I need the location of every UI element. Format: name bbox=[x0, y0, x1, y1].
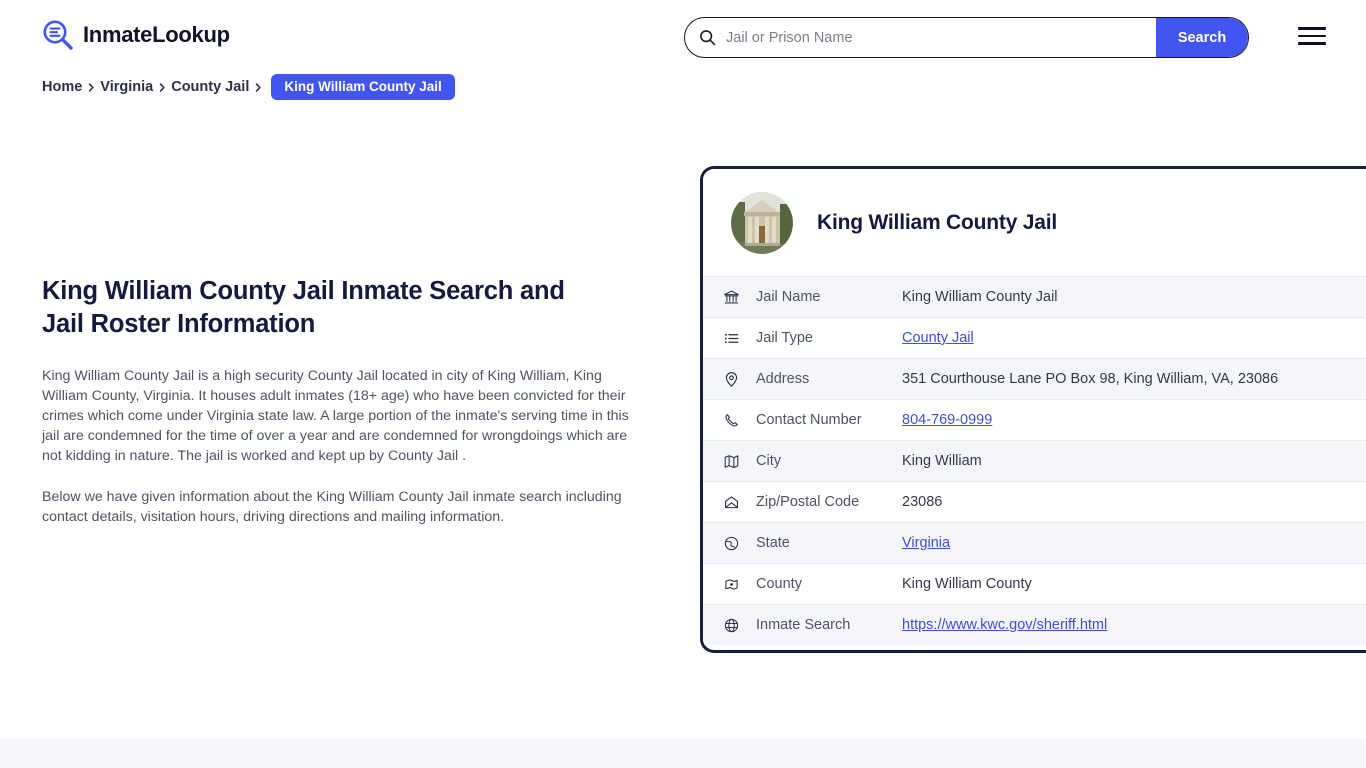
breadcrumb-current: King William County Jail bbox=[271, 74, 455, 100]
row-label: Jail Type bbox=[756, 330, 813, 346]
table-row: Jail Type County Jail bbox=[703, 317, 1366, 358]
row-label: Zip/Postal Code bbox=[756, 494, 860, 510]
row-value: King William bbox=[902, 453, 982, 469]
description-paragraph-1: King William County Jail is a high secur… bbox=[42, 368, 629, 464]
row-label: Inmate Search bbox=[756, 617, 851, 633]
table-row: Contact Number 804-769-0999 bbox=[703, 399, 1366, 440]
row-label: Contact Number bbox=[756, 412, 862, 428]
table-row: City King William bbox=[703, 440, 1366, 481]
search-input[interactable] bbox=[716, 18, 1156, 57]
chevron-right-icon bbox=[249, 82, 267, 93]
card-title: King William County Jail bbox=[817, 210, 1058, 234]
breadcrumb-item-home[interactable]: Home bbox=[42, 79, 82, 95]
row-label: Address bbox=[756, 371, 810, 387]
row-value: 23086 bbox=[902, 494, 943, 510]
description-paragraph-2: Below we have given information about th… bbox=[42, 489, 622, 525]
brand-logo[interactable]: InmateLookup bbox=[42, 19, 230, 51]
row-value-link[interactable]: 804-769-0999 bbox=[902, 412, 992, 428]
row-value: King William County Jail bbox=[902, 289, 1058, 305]
row-value-cell: Virginia bbox=[902, 534, 1366, 552]
page-footer-band bbox=[0, 738, 1366, 768]
breadcrumb: Home Virginia County Jail King William C… bbox=[42, 74, 455, 100]
page-title: King William County Jail Inmate Search a… bbox=[42, 277, 565, 338]
magnifier-list-icon bbox=[42, 19, 74, 51]
breadcrumb-item-virginia[interactable]: Virginia bbox=[100, 79, 153, 95]
chevron-right-icon bbox=[82, 82, 100, 93]
hamburger-bar bbox=[1298, 42, 1326, 45]
row-label: City bbox=[756, 453, 781, 469]
row-value-cell: https://www.kwc.gov/sheriff.html bbox=[902, 616, 1366, 634]
list-icon bbox=[723, 330, 749, 347]
map-icon bbox=[723, 453, 749, 470]
globe-icon bbox=[723, 617, 749, 634]
breadcrumb-item-county-jail[interactable]: County Jail bbox=[171, 79, 249, 95]
row-value-cell: 23086 bbox=[902, 493, 1366, 511]
card-header: King William County Jail bbox=[703, 169, 1366, 276]
row-value-cell: King William County Jail bbox=[902, 288, 1366, 306]
search-bar[interactable]: Search bbox=[684, 17, 1249, 58]
table-row: Address 351 Courthouse Lane PO Box 98, K… bbox=[703, 358, 1366, 399]
row-label: Jail Name bbox=[756, 289, 821, 305]
row-value-cell: King William County bbox=[902, 575, 1366, 593]
jail-info-card: King William County Jail Jail Name King … bbox=[700, 166, 1366, 653]
row-value-link[interactable]: https://www.kwc.gov/sheriff.html bbox=[902, 617, 1107, 633]
search-button[interactable]: Search bbox=[1156, 18, 1248, 57]
row-value-cell: King William bbox=[902, 452, 1366, 470]
map-pin-icon bbox=[723, 371, 749, 388]
courthouse-photo-icon bbox=[731, 191, 793, 254]
main-content: King William County Jail Inmate Search a… bbox=[42, 275, 640, 527]
table-row: Inmate Search https://www.kwc.gov/sherif… bbox=[703, 604, 1366, 645]
search-icon bbox=[699, 29, 716, 46]
row-value-cell: 351 Courthouse Lane PO Box 98, King Will… bbox=[902, 370, 1366, 388]
table-row: Jail Name King William County Jail bbox=[703, 276, 1366, 317]
phone-icon bbox=[723, 412, 749, 429]
hamburger-bar bbox=[1298, 34, 1326, 38]
table-row: County King William County bbox=[703, 563, 1366, 604]
hamburger-icon[interactable] bbox=[1297, 25, 1327, 47]
site-header: InmateLookup Search bbox=[0, 0, 1366, 74]
table-row: State Virginia bbox=[703, 522, 1366, 563]
row-value-link[interactable]: Virginia bbox=[902, 535, 950, 551]
row-value: 351 Courthouse Lane PO Box 98, King Will… bbox=[902, 371, 1279, 387]
bank-icon bbox=[723, 289, 749, 306]
row-value-cell: County Jail bbox=[902, 329, 1366, 347]
row-value-cell: 804-769-0999 bbox=[902, 411, 1366, 429]
row-label: State bbox=[756, 535, 790, 551]
row-value-link[interactable]: County Jail bbox=[902, 330, 974, 346]
hamburger-bar bbox=[1298, 27, 1326, 30]
row-value: King William County bbox=[902, 576, 1032, 592]
jail-info-table: Jail Name King William County Jail Jail … bbox=[703, 276, 1366, 645]
county-icon bbox=[723, 576, 749, 593]
envelope-icon bbox=[723, 494, 749, 511]
globe-pin-icon bbox=[723, 535, 749, 552]
brand-name: InmateLookup bbox=[83, 22, 230, 47]
table-row: Zip/Postal Code 23086 bbox=[703, 481, 1366, 522]
row-label: County bbox=[756, 576, 802, 592]
chevron-right-icon bbox=[153, 82, 171, 93]
